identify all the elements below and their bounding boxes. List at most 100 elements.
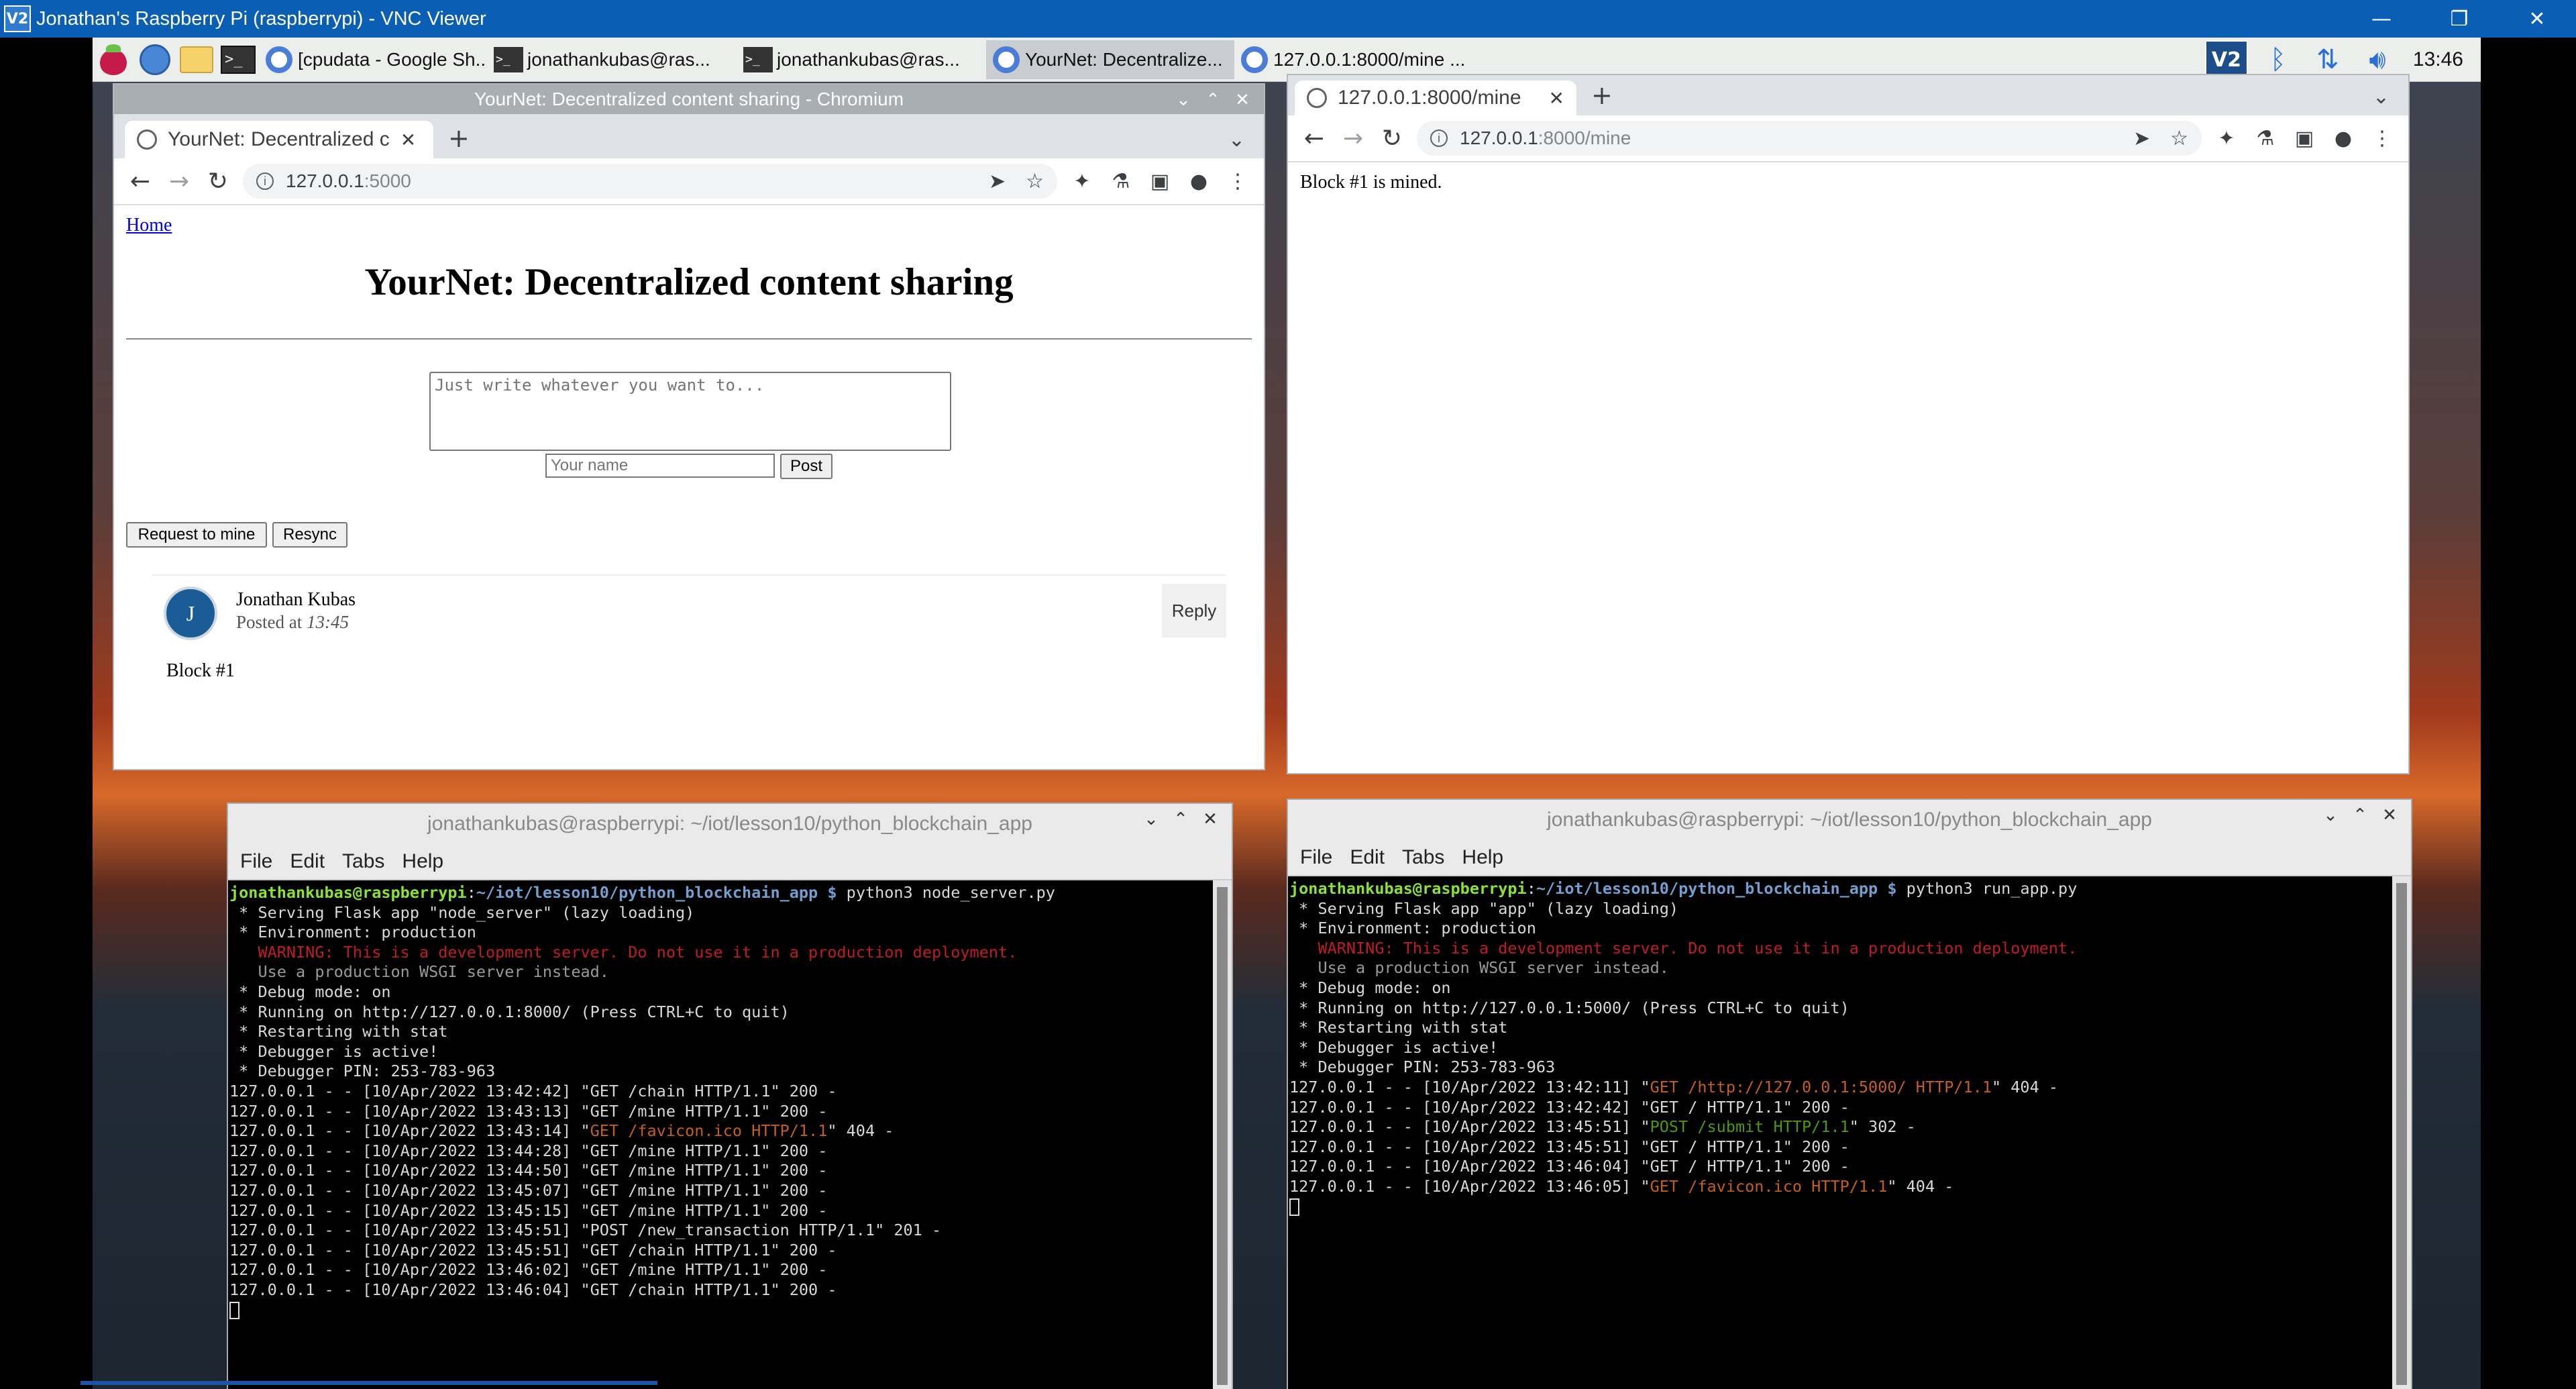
terminal-line: 127.0.0.1 - - [10/Apr/2022 13:43:13] "GE…	[229, 1102, 1212, 1122]
menu-edit[interactable]: Edit	[290, 850, 325, 873]
line-text: * Environment: production	[1289, 919, 1536, 938]
post-textarea[interactable]: Just write whatever you want to...	[429, 372, 951, 451]
request-to-mine-button[interactable]: Request to mine	[126, 522, 267, 548]
terminal-title: jonathankubas@raspberrypi: ~/iot/lesson1…	[427, 813, 1032, 835]
star-icon[interactable]: ☆	[1026, 170, 1044, 193]
line-text: 127.0.0.1 - - [10/Apr/2022 13:46:04] "GE…	[1289, 1157, 1849, 1176]
file-manager-launcher[interactable]	[176, 40, 217, 79]
address-bar[interactable]: i 127.0.0.1:5000 ➤ ☆	[243, 164, 1057, 199]
scrollbar-thumb[interactable]	[2396, 883, 2407, 1385]
terminal-output[interactable]: jonathankubas@raspberrypi:~/iot/lesson10…	[1288, 876, 2392, 1389]
tab-yournet[interactable]: YourNet: Decentralized c ✕	[125, 121, 433, 158]
terminal-line: * Debug mode: on	[229, 982, 1212, 1002]
reply-button[interactable]: Reply	[1162, 584, 1226, 637]
back-icon[interactable]: ←	[121, 168, 160, 195]
close-icon[interactable]: ✕	[2375, 805, 2404, 825]
terminal-menubar: File Edit Tabs Help	[1288, 840, 2411, 876]
close-icon[interactable]: ✕	[400, 129, 416, 151]
right-browser-window: 127.0.0.1:8000/mine ✕ + ⌄ ← → ↻ i 127.0.…	[1288, 75, 2408, 773]
close-icon[interactable]: ✕	[1195, 809, 1225, 829]
taskbar-task-yournet[interactable]: YourNet: Decentralize...	[986, 40, 1234, 79]
tab-mine[interactable]: 127.0.0.1:8000/mine ✕	[1295, 81, 1576, 115]
post-button[interactable]: Post	[780, 454, 833, 479]
chevron-down-icon[interactable]: ⌄	[2373, 85, 2390, 109]
menu-icon[interactable]: ⋮	[2363, 127, 2402, 150]
send-icon[interactable]: ➤	[2133, 127, 2150, 150]
forward-icon[interactable]: →	[1334, 125, 1373, 152]
close-icon[interactable]: ✕	[1228, 89, 1257, 110]
line-highlight: GET /favicon.ico HTTP/1.1	[590, 1121, 828, 1141]
profile-icon[interactable]: ●	[1179, 170, 1218, 193]
line-text: 127.0.0.1 - - [10/Apr/2022 13:46:05] "	[1289, 1176, 1650, 1196]
new-tab-icon[interactable]: +	[448, 123, 470, 153]
menu-tabs[interactable]: Tabs	[342, 850, 384, 873]
prompt-path: ~/iot/lesson10/python_blockchain_app	[1536, 879, 1878, 898]
vnc-titlebar: V2 Jonathan's Raspberry Pi (raspberrypi)…	[0, 0, 2576, 38]
menu-icon[interactable]: ⋮	[1218, 170, 1257, 193]
taskbar-task-terminal-1[interactable]: >_ jonathankubas@ras...	[487, 40, 737, 79]
new-tab-icon[interactable]: +	[1591, 81, 1613, 110]
restore-icon[interactable]: ❐	[2420, 0, 2498, 38]
posted-time: 13:45	[307, 612, 349, 632]
tab-strip: 127.0.0.1:8000/mine ✕ + ⌄	[1288, 75, 2408, 115]
line-text: " 404 -	[1991, 1077, 2059, 1096]
terminal-output[interactable]: jonathankubas@raspberrypi:~/iot/lesson10…	[228, 880, 1213, 1389]
star-icon[interactable]: ☆	[2170, 127, 2188, 150]
line-text: * Running on http://127.0.0.1:5000/ (Pre…	[1289, 998, 1849, 1017]
menu-file[interactable]: File	[1300, 846, 1332, 869]
vnc-tray-icon[interactable]: V2	[2204, 40, 2248, 79]
menu-edit[interactable]: Edit	[1350, 846, 1385, 869]
raspberry-menu-button[interactable]	[93, 40, 134, 79]
chevron-down-icon[interactable]: ⌄	[1169, 89, 1198, 110]
terminal-line: * Debugger is active!	[1289, 1038, 2391, 1058]
chevron-down-icon[interactable]: ⌄	[1228, 128, 1245, 152]
lab-icon[interactable]: ⚗	[2246, 127, 2285, 150]
close-icon[interactable]: ✕	[1549, 87, 1564, 109]
prompt-user: jonathankubas@raspberrypi	[229, 883, 467, 902]
close-icon[interactable]: ✕	[2498, 0, 2576, 38]
chevron-up-icon[interactable]: ⌃	[1166, 809, 1195, 829]
task-label: jonathankubas@ras...	[527, 48, 710, 70]
browser-launcher[interactable]	[134, 40, 176, 79]
lab-icon[interactable]: ⚗	[1102, 170, 1140, 193]
scrollbar-thumb[interactable]	[1217, 887, 1228, 1385]
info-icon[interactable]: i	[1430, 130, 1448, 147]
address-bar[interactable]: i 127.0.0.1:8000/mine ➤ ☆	[1417, 121, 2202, 156]
name-input[interactable]: Your name	[545, 454, 775, 478]
vnc-scrollbar[interactable]	[80, 1381, 657, 1385]
home-link[interactable]: Home	[126, 215, 172, 236]
prompt-sep: :	[1526, 879, 1536, 898]
extensions-icon[interactable]: ✦	[1063, 170, 1102, 193]
menu-tabs[interactable]: Tabs	[1402, 846, 1444, 869]
chevron-up-icon[interactable]: ⌃	[1198, 89, 1228, 110]
reload-icon[interactable]: ↻	[199, 168, 237, 195]
menu-help[interactable]: Help	[402, 850, 443, 873]
cursor-line	[1289, 1197, 2391, 1217]
profile-icon[interactable]: ●	[2324, 127, 2363, 150]
taskbar-task-terminal-2[interactable]: >_ jonathankubas@ras...	[737, 40, 986, 79]
extensions-icon[interactable]: ✦	[2207, 127, 2246, 150]
send-icon[interactable]: ➤	[989, 170, 1006, 193]
reload-icon[interactable]: ↻	[1373, 125, 1411, 152]
chevron-down-icon[interactable]: ⌄	[2316, 805, 2345, 825]
page-content: Home YourNet: Decentralized content shar…	[114, 205, 1264, 769]
chrome-icon	[266, 46, 292, 73]
minimize-icon[interactable]: —	[2343, 0, 2420, 38]
posted-prefix: Posted at	[236, 612, 307, 632]
line-text: * Debug mode: on	[229, 982, 391, 1001]
resync-button[interactable]: Resync	[272, 522, 347, 548]
back-icon[interactable]: ←	[1295, 125, 1334, 152]
info-icon[interactable]: i	[256, 172, 274, 190]
sidepanel-icon[interactable]: ▣	[2285, 127, 2324, 150]
forward-icon[interactable]: →	[160, 168, 199, 195]
sidepanel-icon[interactable]: ▣	[1140, 170, 1179, 193]
menu-help[interactable]: Help	[1462, 846, 1503, 869]
taskbar-task-mine[interactable]: 127.0.0.1:8000/mine ...	[1234, 40, 1483, 79]
browser-toolbar: ← → ↻ i 127.0.0.1:5000 ➤ ☆ ✦ ⚗ ▣ ● ⋮	[114, 158, 1264, 205]
terminal-launcher[interactable]: >_	[217, 40, 259, 79]
chevron-down-icon[interactable]: ⌄	[1136, 809, 1166, 829]
terminal-line: 127.0.0.1 - - [10/Apr/2022 13:46:05] "GE…	[1289, 1177, 2391, 1197]
taskbar-task-cpudata[interactable]: [cpudata - Google Sh...	[259, 40, 487, 79]
chevron-up-icon[interactable]: ⌃	[2345, 805, 2375, 825]
menu-file[interactable]: File	[240, 850, 272, 873]
